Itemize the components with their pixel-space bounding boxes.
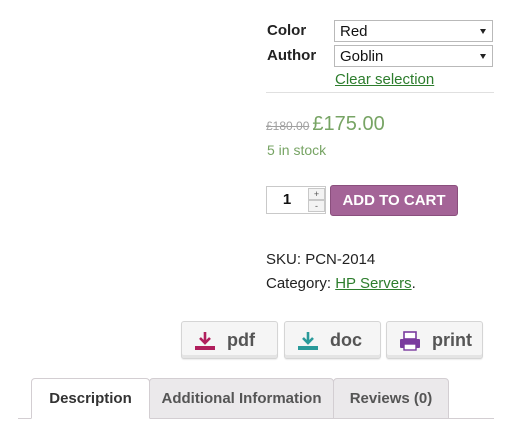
quantity-decrease-button[interactable]: - (308, 200, 325, 212)
quantity-stepper: 1 + - (266, 186, 326, 214)
variations-form: Color Red Author Goblin Clear selection (266, 19, 494, 93)
quantity-increase-button[interactable]: + (308, 188, 325, 200)
print-button[interactable]: print (386, 321, 483, 359)
price: £180.00 £175.00 (266, 113, 385, 136)
author-select[interactable]: Goblin (334, 45, 493, 67)
stock-status: 5 in stock (267, 142, 327, 158)
sku-value: PCN-2014 (305, 251, 376, 268)
author-label: Author (267, 47, 317, 64)
quantity-input[interactable]: 1 (267, 191, 307, 208)
color-select-value: Red (340, 23, 368, 40)
tab-additional-information[interactable]: Additional Information (149, 378, 334, 419)
category-label: Category: (266, 275, 332, 292)
old-price: £180.00 (266, 119, 310, 133)
download-icon (298, 332, 318, 350)
category-suffix: . (411, 275, 416, 292)
chevron-down-icon (480, 54, 486, 59)
product-category: Category: HP Servers. (266, 275, 416, 292)
pdf-label: pdf (227, 330, 255, 350)
color-label: Color (267, 22, 307, 39)
author-select-value: Goblin (340, 48, 384, 65)
add-to-cart-button[interactable]: ADD TO CART (330, 185, 458, 216)
doc-label: doc (330, 330, 363, 350)
doc-button[interactable]: doc (284, 321, 381, 359)
tab-reviews[interactable]: Reviews (0) (333, 378, 449, 419)
chevron-down-icon (480, 29, 486, 34)
print-label: print (432, 330, 472, 350)
color-variation-row: Color Red (266, 20, 494, 42)
current-price: £175.00 (312, 113, 385, 135)
clear-selection-link[interactable]: Clear selection (335, 71, 434, 88)
color-select[interactable]: Red (334, 20, 493, 42)
download-icon (195, 332, 215, 350)
printer-icon (400, 331, 420, 351)
author-variation-row: Author Goblin (266, 45, 494, 67)
tab-description[interactable]: Description (31, 378, 150, 419)
pdf-button[interactable]: pdf (181, 321, 278, 359)
category-link[interactable]: HP Servers (335, 275, 411, 292)
sku-label: SKU: (266, 251, 302, 268)
product-sku: SKU: PCN-2014 (266, 251, 375, 268)
